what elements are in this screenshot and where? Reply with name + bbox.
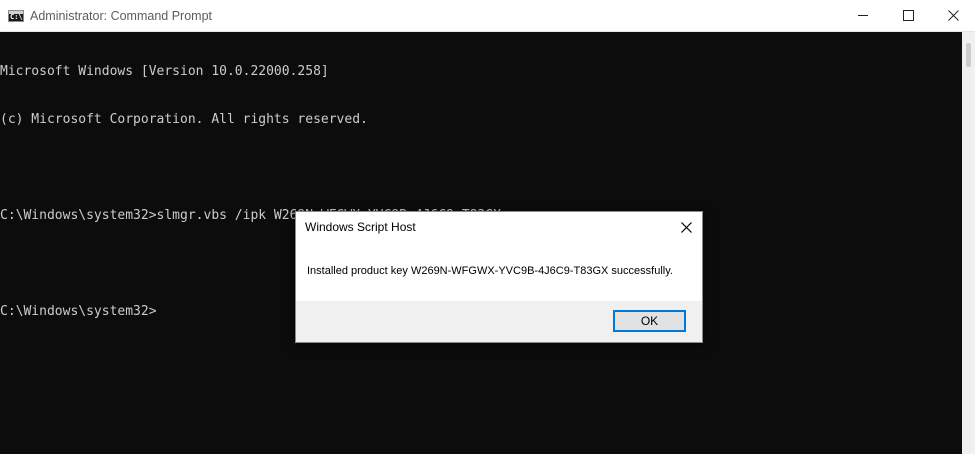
console-line-copyright: (c) Microsoft Corporation. All rights re… <box>0 112 368 127</box>
close-icon <box>681 222 692 233</box>
script-host-dialog: Windows Script Host Installed product ke… <box>295 211 703 343</box>
maximize-icon <box>903 10 914 21</box>
console-line-version: Microsoft Windows [Version 10.0.22000.25… <box>0 64 329 79</box>
ok-button[interactable]: OK <box>613 310 686 332</box>
minimize-button[interactable] <box>840 0 886 32</box>
close-icon <box>948 10 959 21</box>
maximize-button[interactable] <box>885 0 931 32</box>
title-bar[interactable]: C:\ Administrator: Command Prompt <box>0 0 975 32</box>
command-prompt-icon[interactable]: C:\ <box>8 10 24 22</box>
dialog-close-button[interactable] <box>672 216 702 238</box>
dialog-footer: OK <box>296 301 702 342</box>
dialog-message: Installed product key W269N-WFGWX-YVC9B-… <box>307 265 673 277</box>
vertical-scrollbar[interactable] <box>962 32 975 454</box>
window-title: Administrator: Command Prompt <box>30 9 213 23</box>
dialog-title: Windows Script Host <box>305 220 416 234</box>
command-prompt-window: C:\ Administrator: Command Prompt Micros… <box>0 0 975 454</box>
scrollbar-thumb[interactable] <box>966 43 971 67</box>
minimize-icon <box>858 15 868 16</box>
close-button[interactable] <box>931 0 975 32</box>
